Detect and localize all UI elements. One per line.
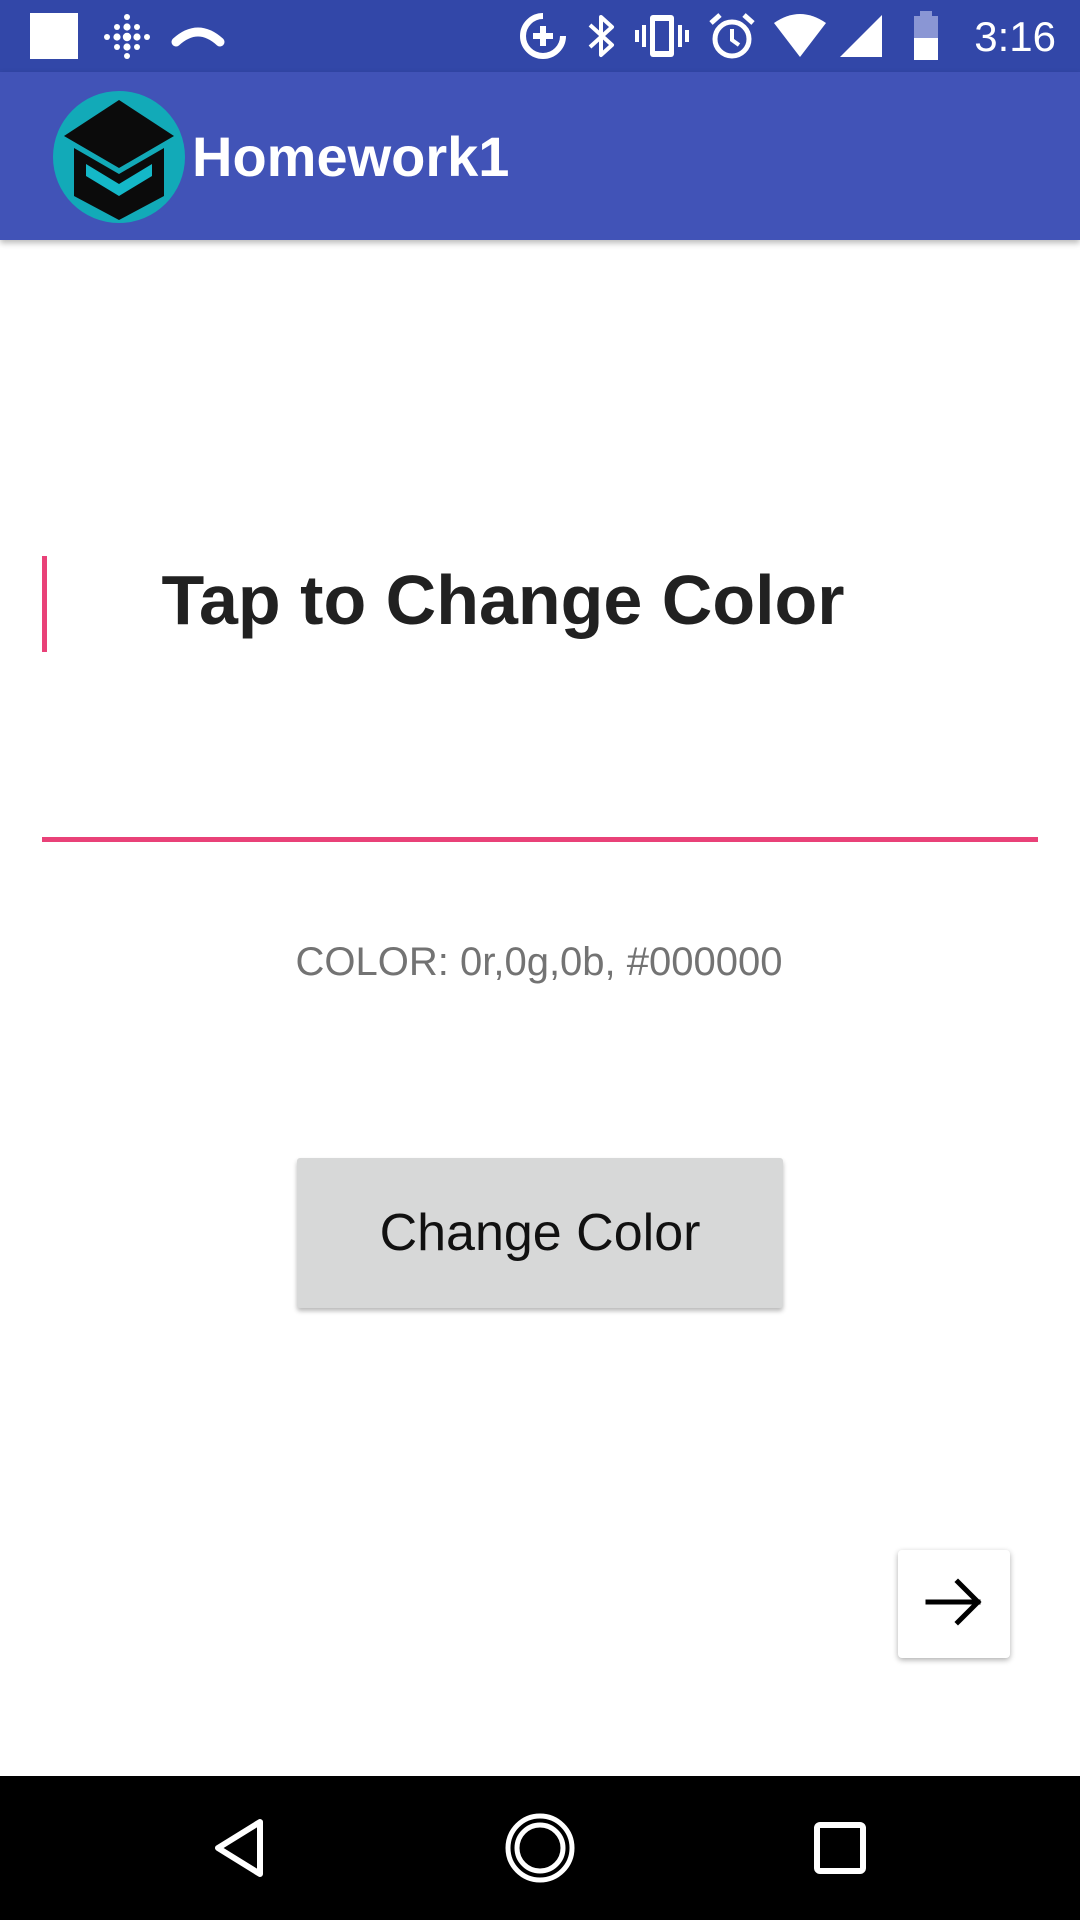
recents-icon[interactable] xyxy=(760,1776,920,1920)
alarm-icon xyxy=(708,0,756,72)
notification-square-icon xyxy=(28,0,80,72)
status-bar: 3:16 xyxy=(0,0,1080,72)
next-button[interactable] xyxy=(898,1550,1010,1658)
wifi-icon xyxy=(772,0,828,72)
battery-icon xyxy=(906,0,946,72)
vibrate-icon xyxy=(634,0,690,72)
phone-call-icon xyxy=(170,0,226,72)
cell-signal-icon xyxy=(838,0,884,72)
home-icon[interactable] xyxy=(460,1776,620,1920)
graduation-cap-logo-icon xyxy=(52,90,186,224)
color-input-field[interactable]: Tap to Change Color xyxy=(0,560,1006,640)
arrow-right-icon xyxy=(924,1577,984,1632)
status-time: 3:16 xyxy=(974,13,1056,60)
data-saver-icon xyxy=(518,0,568,72)
fitbit-icon xyxy=(100,0,154,72)
input-underline xyxy=(42,837,1038,842)
color-readout: COLOR: 0r,0g,0b, #000000 xyxy=(295,940,783,984)
navigation-bar xyxy=(0,1776,1080,1920)
change-color-button[interactable]: Change Color xyxy=(297,1158,783,1308)
app-title: Homework1 xyxy=(192,125,510,188)
back-icon[interactable] xyxy=(160,1776,320,1920)
app-bar: Homework1 xyxy=(0,72,1080,240)
bluetooth-icon xyxy=(582,0,620,72)
